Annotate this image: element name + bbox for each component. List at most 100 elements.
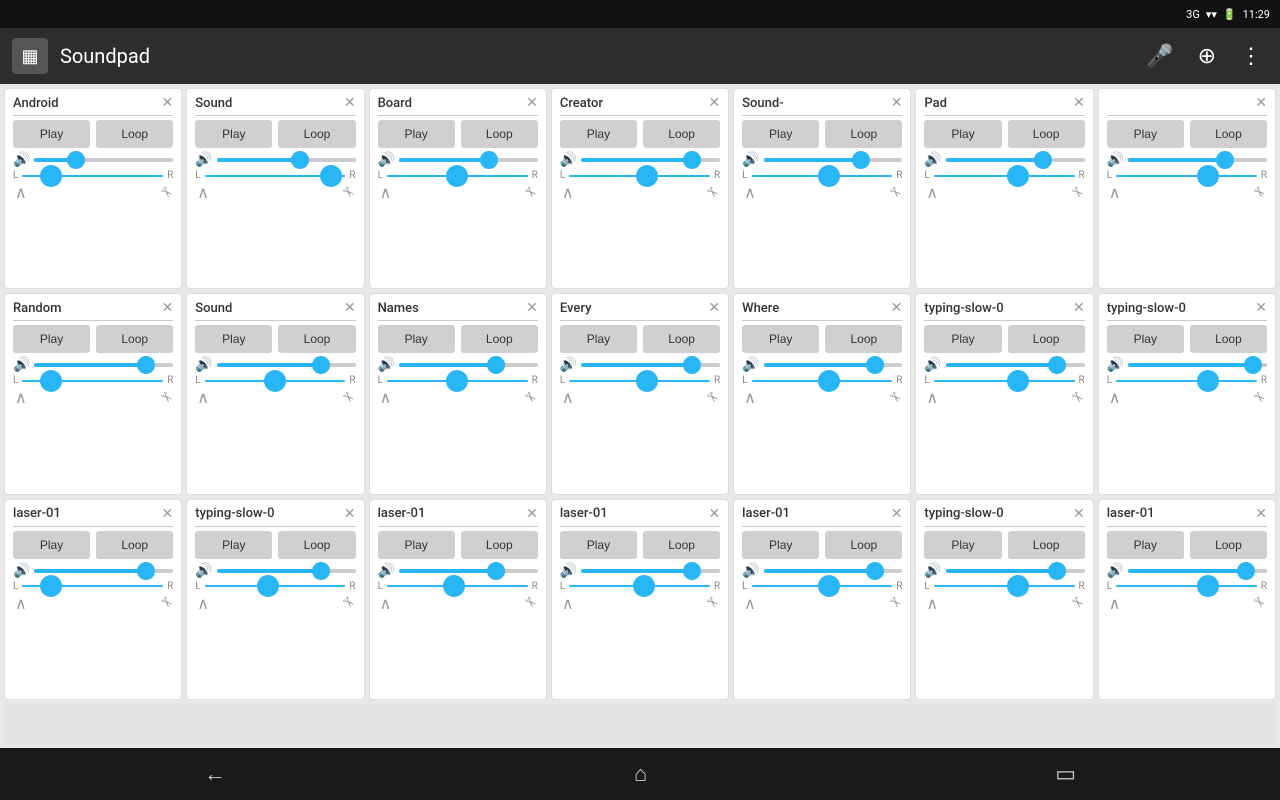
- pan-track[interactable]: [752, 175, 893, 177]
- pan-track[interactable]: [22, 380, 163, 382]
- pan-track[interactable]: [569, 585, 710, 587]
- play-button[interactable]: Play: [13, 325, 90, 353]
- loop-button[interactable]: Loop: [643, 120, 720, 148]
- pan-thumb[interactable]: [1007, 165, 1029, 187]
- expand-icon[interactable]: ∧: [926, 594, 938, 613]
- pan-track[interactable]: [752, 585, 893, 587]
- pin-icon[interactable]: ✂: [338, 183, 358, 203]
- pin-icon[interactable]: ✂: [1249, 593, 1269, 613]
- expand-icon[interactable]: ∧: [380, 594, 392, 613]
- close-button[interactable]: ✕: [162, 300, 174, 316]
- loop-button[interactable]: Loop: [278, 531, 355, 559]
- volume-track[interactable]: [399, 363, 538, 367]
- pan-track[interactable]: [205, 585, 346, 587]
- loop-button[interactable]: Loop: [278, 120, 355, 148]
- pin-icon[interactable]: ✂: [885, 593, 905, 613]
- play-button[interactable]: Play: [924, 120, 1001, 148]
- volume-track[interactable]: [34, 569, 173, 573]
- pan-thumb[interactable]: [446, 165, 468, 187]
- pan-track[interactable]: [1116, 380, 1257, 382]
- loop-button[interactable]: Loop: [825, 325, 902, 353]
- close-button[interactable]: ✕: [526, 300, 538, 316]
- pin-icon[interactable]: ✂: [885, 388, 905, 408]
- close-button[interactable]: ✕: [162, 506, 174, 522]
- pan-thumb[interactable]: [818, 165, 840, 187]
- volume-thumb[interactable]: [683, 562, 701, 580]
- volume-thumb[interactable]: [1216, 151, 1234, 169]
- expand-icon[interactable]: ∧: [1109, 388, 1121, 407]
- volume-thumb[interactable]: [1237, 562, 1255, 580]
- close-button[interactable]: ✕: [891, 300, 903, 316]
- loop-button[interactable]: Loop: [1190, 120, 1267, 148]
- pan-track[interactable]: [934, 175, 1075, 177]
- volume-thumb[interactable]: [866, 356, 884, 374]
- play-button[interactable]: Play: [742, 325, 819, 353]
- volume-thumb[interactable]: [312, 356, 330, 374]
- expand-icon[interactable]: ∧: [926, 388, 938, 407]
- play-button[interactable]: Play: [378, 531, 455, 559]
- volume-track[interactable]: [764, 363, 903, 367]
- menu-button[interactable]: ⋮: [1234, 38, 1268, 75]
- volume-track[interactable]: [946, 158, 1085, 162]
- expand-icon[interactable]: ∧: [197, 388, 209, 407]
- pin-icon[interactable]: ✂: [1067, 593, 1087, 613]
- close-button[interactable]: ✕: [1255, 95, 1267, 111]
- expand-icon[interactable]: ∧: [1109, 594, 1121, 613]
- close-button[interactable]: ✕: [708, 506, 720, 522]
- pan-track[interactable]: [22, 175, 163, 177]
- pan-thumb[interactable]: [443, 575, 465, 597]
- pin-icon[interactable]: ✂: [1249, 183, 1269, 203]
- expand-icon[interactable]: ∧: [1109, 183, 1121, 202]
- pan-thumb[interactable]: [1197, 575, 1219, 597]
- close-button[interactable]: ✕: [344, 300, 356, 316]
- pan-track[interactable]: [205, 380, 346, 382]
- loop-button[interactable]: Loop: [461, 120, 538, 148]
- expand-icon[interactable]: ∧: [197, 594, 209, 613]
- loop-button[interactable]: Loop: [1008, 120, 1085, 148]
- close-button[interactable]: ✕: [526, 95, 538, 111]
- volume-track[interactable]: [764, 569, 903, 573]
- pan-thumb[interactable]: [1007, 370, 1029, 392]
- loop-button[interactable]: Loop: [643, 531, 720, 559]
- expand-icon[interactable]: ∧: [562, 183, 574, 202]
- pin-icon[interactable]: ✂: [1249, 388, 1269, 408]
- pin-icon[interactable]: ✂: [702, 388, 722, 408]
- pin-icon[interactable]: ✂: [520, 183, 540, 203]
- pin-icon[interactable]: ✂: [156, 183, 176, 203]
- pin-icon[interactable]: ✂: [702, 183, 722, 203]
- pan-thumb[interactable]: [264, 370, 286, 392]
- pan-thumb[interactable]: [257, 575, 279, 597]
- volume-track[interactable]: [1128, 569, 1267, 573]
- pin-icon[interactable]: ✂: [1067, 388, 1087, 408]
- pan-track[interactable]: [569, 175, 710, 177]
- volume-track[interactable]: [34, 158, 173, 162]
- pan-thumb[interactable]: [818, 370, 840, 392]
- pan-thumb[interactable]: [818, 575, 840, 597]
- volume-track[interactable]: [217, 569, 356, 573]
- pan-track[interactable]: [569, 380, 710, 382]
- volume-track[interactable]: [34, 363, 173, 367]
- play-button[interactable]: Play: [195, 120, 272, 148]
- pin-icon[interactable]: ✂: [702, 593, 722, 613]
- pan-track[interactable]: [752, 380, 893, 382]
- close-button[interactable]: ✕: [526, 506, 538, 522]
- volume-track[interactable]: [217, 158, 356, 162]
- loop-button[interactable]: Loop: [825, 120, 902, 148]
- loop-button[interactable]: Loop: [461, 325, 538, 353]
- play-button[interactable]: Play: [742, 120, 819, 148]
- loop-button[interactable]: Loop: [1190, 325, 1267, 353]
- loop-button[interactable]: Loop: [96, 325, 173, 353]
- expand-icon[interactable]: ∧: [380, 183, 392, 202]
- pan-thumb[interactable]: [1197, 165, 1219, 187]
- back-button[interactable]: ←: [164, 753, 266, 795]
- pin-icon[interactable]: ✂: [885, 183, 905, 203]
- loop-button[interactable]: Loop: [1008, 325, 1085, 353]
- loop-button[interactable]: Loop: [1008, 531, 1085, 559]
- pan-track[interactable]: [387, 585, 528, 587]
- play-button[interactable]: Play: [560, 531, 637, 559]
- close-button[interactable]: ✕: [1073, 95, 1085, 111]
- pan-track[interactable]: [387, 380, 528, 382]
- pan-track[interactable]: [1116, 175, 1257, 177]
- play-button[interactable]: Play: [195, 531, 272, 559]
- expand-icon[interactable]: ∧: [562, 388, 574, 407]
